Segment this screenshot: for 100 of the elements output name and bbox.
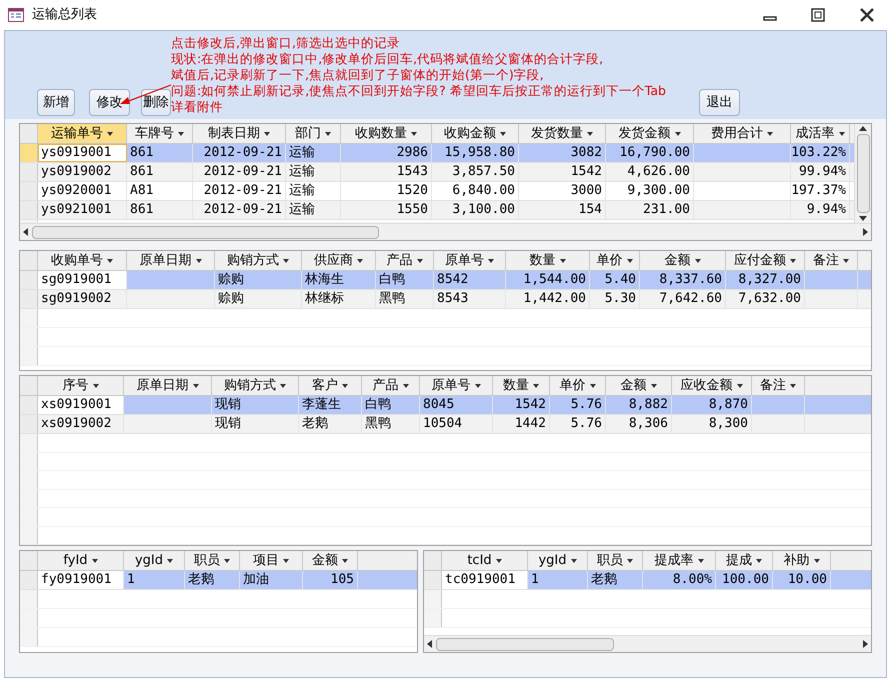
record-selector[interactable] [424,590,442,608]
column-header[interactable]: ygId [528,551,588,570]
column-header[interactable]: 发货数量 [519,124,606,143]
record-selector[interactable] [20,182,38,200]
column-header[interactable]: 运输单号 [38,124,127,143]
form-button[interactable]: 删除 [141,89,171,116]
column-header[interactable]: 供应商 [302,251,376,270]
record-selector[interactable] [20,508,38,526]
record-selector[interactable] [20,434,38,452]
column-header[interactable]: 金额 [606,376,672,395]
record-selector[interactable] [20,471,38,488]
column-header[interactable]: fyId [38,551,124,570]
scroll-thumb[interactable] [32,226,380,238]
record-selector[interactable] [20,452,38,470]
record-selector[interactable] [424,609,442,627]
horizontal-scrollbar[interactable] [20,223,871,240]
column-header[interactable]: 原单日期 [127,251,215,270]
column-header[interactable]: 购销方式 [215,251,302,270]
column-header[interactable]: 收购金额 [432,124,519,143]
record-selector[interactable] [424,571,442,589]
select-all-corner[interactable] [424,551,442,570]
column-header[interactable]: tcId [442,551,528,570]
table-row[interactable]: tc0919001 1 老鹅 8.00% 100.00 10.00 [424,571,871,590]
record-selector[interactable] [20,347,38,365]
select-all-corner[interactable] [20,251,38,270]
down-arrow-icon[interactable] [859,216,867,221]
column-header[interactable]: 备注 [752,376,805,395]
column-header[interactable]: 购销方式 [212,376,299,395]
column-header[interactable]: 金额 [640,251,726,270]
column-header[interactable]: 产品 [376,251,434,270]
vertical-scrollbar[interactable] [854,124,871,223]
record-selector[interactable] [20,415,38,433]
select-all-corner[interactable] [20,551,38,570]
column-header[interactable]: 项目 [240,551,303,570]
record-selector[interactable] [20,271,38,289]
column-header[interactable]: ygId [124,551,185,570]
column-header[interactable]: 提成率 [643,551,716,570]
record-selector[interactable] [20,526,38,544]
column-header[interactable]: 收购数量 [341,124,432,143]
table-row[interactable]: ys0919002 861 2012-09-21 运输 1543 3,857.50 1542 4,626.00 99.94% [20,163,854,182]
scroll-thumb[interactable] [436,638,614,650]
table-row[interactable]: sg0919001 赊购 林海生 白鸭 8542 1,544.00 5.40 8,337.60 8,327.00 [20,271,871,290]
horizontal-scrollbar[interactable] [424,635,871,652]
form-button[interactable]: 修改 [89,89,130,116]
left-arrow-icon[interactable] [23,228,28,236]
column-header[interactable]: 客户 [299,376,362,395]
record-selector[interactable] [20,144,38,162]
select-all-corner[interactable] [20,124,38,143]
column-header[interactable]: 车牌号 [127,124,193,143]
column-header[interactable]: 序号 [38,376,124,395]
column-header[interactable]: 补助 [773,551,831,570]
record-selector[interactable] [20,290,38,308]
column-header[interactable]: 数量 [506,251,590,270]
table-row[interactable]: xs0919001 现销 李蓬生 白鸭 8045 1542 5.76 8,882 8,870 [20,396,871,415]
column-header[interactable]: 成活率 [791,124,850,143]
table-row[interactable]: xs0919002 现销 老鹅 黑鸭 10504 1442 5.76 8,306 8,300 [20,415,871,434]
column-header[interactable]: 原单日期 [124,376,212,395]
maximize-icon[interactable] [811,8,825,22]
table-row[interactable]: sg0919002 赊购 林继标 黑鸭 8543 1,442.00 5.30 7,642.60 7,632.00 [20,290,871,309]
table-row[interactable]: fy0919001 1 老鹅 加油 105 [20,571,417,590]
record-selector[interactable] [20,590,38,608]
column-header[interactable]: 部门 [286,124,341,143]
form-button[interactable]: 新增 [37,89,75,116]
column-header[interactable]: 原单号 [434,251,506,270]
column-header[interactable]: 单价 [550,376,606,395]
column-header[interactable]: 应付金额 [726,251,805,270]
left-arrow-icon[interactable] [427,640,432,648]
form-button[interactable]: 退出 [699,89,740,116]
column-header[interactable]: 备注 [805,251,858,270]
record-selector[interactable] [20,628,38,646]
record-selector[interactable] [20,201,38,219]
column-header[interactable]: 费用合计 [694,124,791,143]
record-selector[interactable] [20,609,38,627]
column-header[interactable]: 应收金额 [672,376,752,395]
column-header[interactable]: 单价 [590,251,640,270]
column-header[interactable]: 职员 [185,551,240,570]
table-row[interactable]: ys0921001 861 2012-09-21 运输 1550 3,100.00 154 231.00 9.94% [20,201,854,220]
column-header[interactable]: 职员 [588,551,643,570]
scroll-thumb[interactable] [856,134,870,213]
column-header[interactable]: 发货金额 [606,124,694,143]
column-header[interactable]: 原单号 [420,376,493,395]
record-selector[interactable] [20,309,38,327]
record-selector[interactable] [20,163,38,181]
up-arrow-icon[interactable] [859,126,867,131]
record-selector[interactable] [20,328,38,346]
right-arrow-icon[interactable] [863,228,868,236]
column-header[interactable]: 金额 [303,551,358,570]
table-row[interactable]: ys0920001 A81 2012-09-21 运输 1520 6,840.00 3000 9,300.00 197.37% [20,182,854,201]
select-all-corner[interactable] [20,376,38,395]
column-header[interactable]: 制表日期 [193,124,286,143]
close-icon[interactable] [859,7,875,23]
record-selector[interactable] [20,396,38,414]
column-header[interactable]: 产品 [362,376,420,395]
record-selector[interactable] [20,490,38,507]
record-selector[interactable] [20,571,38,589]
right-arrow-icon[interactable] [863,640,868,648]
column-header[interactable]: 收购单号 [38,251,127,270]
column-header[interactable]: 数量 [493,376,550,395]
column-header[interactable]: 提成 [716,551,773,570]
table-row[interactable]: ys0919001 861 2012-09-21 运输 2986 15,958.80 3082 16,790.00 103.22% [20,144,854,163]
